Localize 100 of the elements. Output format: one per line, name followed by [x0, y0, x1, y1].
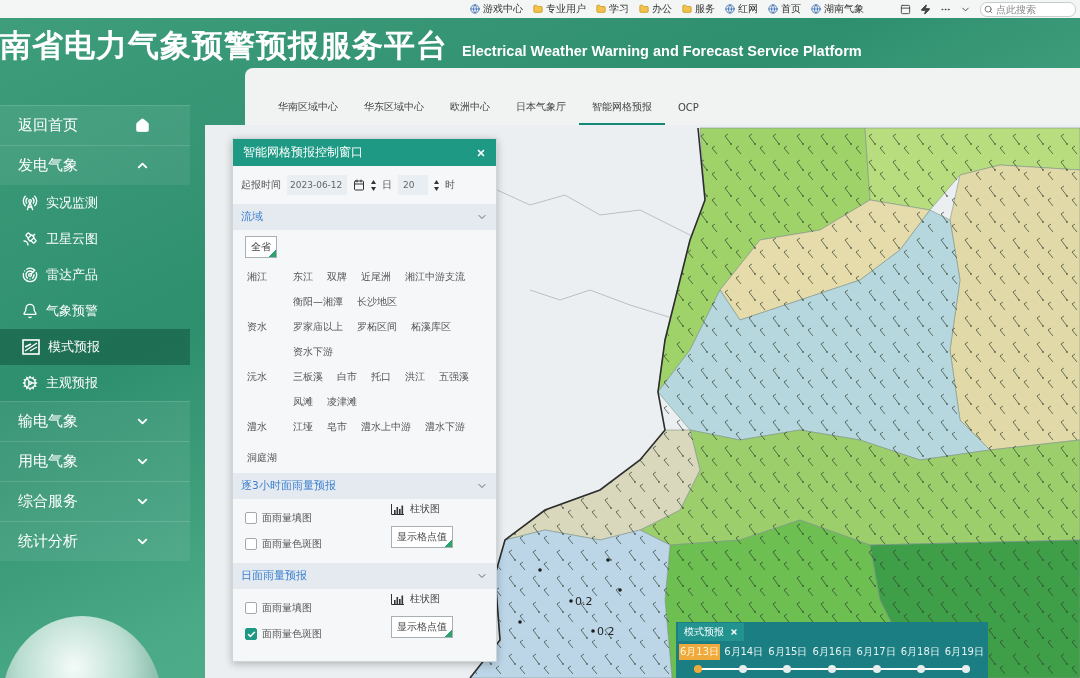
- timeline-dot[interactable]: [827, 664, 836, 673]
- basin-option[interactable]: 资水下游: [293, 339, 333, 364]
- timeline-dot[interactable]: [961, 664, 970, 673]
- basin-option[interactable]: 罗家庙以上: [293, 314, 343, 339]
- nav-item[interactable]: 模式预报: [0, 329, 190, 365]
- station-dot: [538, 568, 542, 572]
- bar-chart-link[interactable]: 柱状图: [391, 592, 440, 606]
- calendar-icon[interactable]: [353, 179, 365, 191]
- basin-option[interactable]: 罗柘区间: [357, 314, 397, 339]
- bar-chart-link[interactable]: 柱状图: [391, 502, 440, 516]
- checkbox[interactable]: [245, 538, 257, 550]
- field-label: 起报时间: [241, 178, 281, 192]
- close-button[interactable]: [730, 628, 738, 636]
- bolt-icon[interactable]: [920, 3, 931, 15]
- tab[interactable]: 日本气象厅: [503, 91, 579, 125]
- checkbox-label: 面雨量填图: [262, 601, 312, 615]
- close-icon: [730, 628, 738, 636]
- basin-option[interactable]: 东江: [293, 264, 313, 289]
- section-toggle[interactable]: 流域: [233, 204, 496, 230]
- nav-item[interactable]: 主观预报: [0, 365, 190, 401]
- basin-option[interactable]: 凌津滩: [327, 389, 357, 414]
- basin-option[interactable]: 皂市: [327, 414, 347, 439]
- basin-option[interactable]: 澧水上中游: [361, 414, 411, 439]
- date-field[interactable]: 2023-06-12: [287, 175, 347, 195]
- timeline-dot[interactable]: [738, 664, 747, 673]
- date-button[interactable]: 6月19日: [943, 644, 985, 660]
- bookmark[interactable]: 首页: [768, 2, 801, 16]
- panel-title: 智能网格预报控制窗口: [243, 145, 363, 160]
- spinner-icon[interactable]: [434, 179, 439, 191]
- basin-option[interactable]: 近尾洲: [361, 264, 391, 289]
- checkbox[interactable]: [245, 512, 257, 524]
- rainfall-label: 0.2: [575, 595, 593, 608]
- checkbox[interactable]: [245, 628, 257, 640]
- folder-icon: [533, 4, 543, 14]
- checkbox-label: 面雨量色斑图: [262, 537, 322, 551]
- platform-title: 南省电力气象预警预报服务平台: [0, 29, 448, 62]
- checkbox[interactable]: [245, 602, 257, 614]
- basin-option[interactable]: 三板溪: [293, 364, 323, 389]
- station-dot: [606, 558, 610, 562]
- toggle-button[interactable]: 显示格点值: [391, 616, 453, 638]
- basin-label: 洞庭湖: [247, 451, 278, 465]
- basin-label: 沅水: [247, 370, 268, 384]
- bookmark[interactable]: 学习: [596, 2, 629, 16]
- date-button[interactable]: 6月14日: [723, 644, 765, 660]
- date-button[interactable]: 6月15日: [767, 644, 809, 660]
- tab[interactable]: 华南区域中心: [265, 91, 351, 125]
- toggle-button[interactable]: 显示格点值: [391, 526, 453, 548]
- basin-option[interactable]: 双牌: [327, 264, 347, 289]
- date-button[interactable]: 6月16日: [811, 644, 853, 660]
- nav-item[interactable]: 雷达产品: [0, 257, 190, 293]
- date-button[interactable]: 6月17日: [855, 644, 897, 660]
- bar-chart-icon: [391, 593, 404, 605]
- antenna-icon: [22, 195, 38, 211]
- nav-item[interactable]: 卫星云图: [0, 221, 190, 257]
- bookmark[interactable]: 游戏中心: [470, 2, 523, 16]
- bell-icon: [22, 303, 38, 319]
- timeline-dot[interactable]: [872, 664, 881, 673]
- basin-option[interactable]: 江垭: [293, 414, 313, 439]
- station-dot: [518, 620, 522, 624]
- basin-option[interactable]: 澧水下游: [425, 414, 465, 439]
- tab[interactable]: 华东区域中心: [351, 91, 437, 125]
- basin-option[interactable]: 衡阳—湘潭: [293, 289, 343, 314]
- unit-label: 日: [382, 178, 392, 192]
- bookmark[interactable]: 红网: [725, 2, 758, 16]
- basin-option[interactable]: 湘江中游支流: [405, 264, 465, 289]
- tab[interactable]: OCP: [665, 91, 712, 125]
- basin-option[interactable]: 凤滩: [293, 389, 313, 414]
- window-icon[interactable]: [900, 3, 911, 15]
- nav-item[interactable]: 气象预警: [0, 293, 190, 329]
- close-button[interactable]: [476, 147, 486, 158]
- basin-option[interactable]: 洪江: [405, 364, 425, 389]
- home-icon: [135, 118, 150, 133]
- section-toggle[interactable]: 日面雨量预报: [233, 563, 496, 589]
- date-button[interactable]: 6月18日: [899, 644, 941, 660]
- timeline-dot[interactable]: [694, 664, 702, 673]
- nav-item[interactable]: 实况监测: [0, 185, 190, 221]
- basin-label: 湘江: [247, 270, 268, 284]
- rainfall-label: 0.2: [597, 625, 615, 638]
- bookmark[interactable]: 湖南气象: [811, 2, 864, 16]
- timeline-dot[interactable]: [917, 664, 926, 673]
- section-toggle[interactable]: 逐3小时面雨量预报: [233, 473, 496, 499]
- search-icon: [984, 4, 993, 14]
- bookmark[interactable]: 服务: [682, 2, 715, 16]
- bookmark[interactable]: 专业用户: [533, 2, 586, 16]
- timeline-dot[interactable]: [783, 664, 792, 673]
- globe-icon: [725, 4, 735, 14]
- basin-option[interactable]: 托口: [371, 364, 391, 389]
- toggle-button[interactable]: 全省: [245, 236, 277, 258]
- basin-option[interactable]: 五强溪: [439, 364, 469, 389]
- hour-field[interactable]: 20: [398, 175, 428, 195]
- tab[interactable]: 欧洲中心: [437, 91, 503, 125]
- bookmark[interactable]: 办公: [639, 2, 672, 16]
- spinner-icon[interactable]: [371, 179, 376, 191]
- basin-option[interactable]: 柘溪库区: [411, 314, 451, 339]
- basin-option[interactable]: 长沙地区: [357, 289, 397, 314]
- search-field[interactable]: 点此搜索: [980, 1, 1076, 17]
- nav-group[interactable]: 输电气象: [0, 401, 190, 441]
- globe-icon: [811, 4, 821, 14]
- basin-option[interactable]: 白市: [337, 364, 357, 389]
- gear-icon: [22, 375, 38, 391]
